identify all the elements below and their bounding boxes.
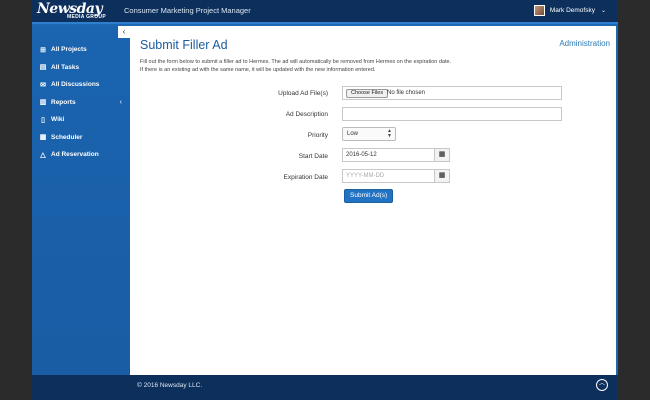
calendar-icon: ▦	[39, 134, 47, 142]
submit-ads-button[interactable]: Submit Ad(s)	[344, 189, 394, 203]
sidebar-item-all-projects[interactable]: ⊞ All Projects	[32, 41, 130, 59]
calendar-icon[interactable]: ▦	[434, 148, 450, 162]
sidebar-item-label: All Tasks	[51, 63, 80, 71]
upload-label: Upload Ad File(s)	[278, 90, 328, 97]
logo-subtitle: MEDIA GROUP	[67, 14, 106, 20]
sidebar-nav: ⊞ All Projects ▤ All Tasks ✉ All Discuss…	[32, 41, 130, 164]
comments-icon: ✉	[40, 81, 46, 89]
intro-line-2: If there is an existing ad with the same…	[140, 66, 376, 73]
start-date-label: Start Date	[298, 153, 328, 160]
chevron-down-icon: ⌄	[600, 8, 606, 14]
ad-description-input[interactable]	[342, 107, 562, 121]
tasks-icon: ▤	[39, 64, 47, 72]
calendar-icon[interactable]: ▦	[434, 169, 450, 183]
scroll-to-top-icon[interactable]: ︿	[596, 379, 608, 391]
expiration-date-input[interactable]: YYYY-MM-DD ▦	[342, 169, 450, 183]
footer: © 2016 Newsday LLC. ︿	[32, 375, 618, 400]
sidebar-item-label: All Discussions	[51, 81, 100, 89]
description-label: Ad Description	[285, 111, 328, 118]
sidebar-item-label: Wiki	[51, 116, 65, 124]
start-date-input[interactable]: 2016-05-12 ▦	[342, 148, 450, 162]
sidebar-item-scheduler[interactable]: ▦ Scheduler	[32, 129, 130, 147]
sidebar-collapse-button[interactable]: ‹	[118, 26, 130, 38]
administration-link[interactable]: Administration	[559, 39, 610, 48]
sidebar-item-reports[interactable]: ▥ Reports ‹	[32, 94, 130, 112]
sidebar-item-all-discussions[interactable]: ✉ All Discussions	[32, 76, 130, 94]
intro-line-1: Fill out the form below to submit a fill…	[140, 59, 452, 65]
priority-label: Priority	[307, 132, 328, 139]
start-date-value: 2016-05-12	[346, 152, 377, 158]
sidebar-item-ad-reservation[interactable]: △ Ad Reservation	[32, 146, 130, 164]
choose-files-button[interactable]: Choose Files	[346, 89, 389, 98]
sidebar-item-label: Ad Reservation	[51, 151, 99, 159]
main-content: Submit Filler Ad Administration Fill out…	[130, 26, 616, 375]
copyright-text: © 2016 Newsday LLC.	[137, 382, 203, 389]
newsday-logo[interactable]: Newsday MEDIA GROUP	[37, 1, 119, 21]
top-navbar: Newsday MEDIA GROUP Consumer Marketing P…	[32, 0, 618, 24]
file-upload-field: Choose Files No file chosen	[342, 86, 562, 100]
avatar	[533, 5, 545, 16]
expiration-date-placeholder: YYYY-MM-DD	[346, 173, 385, 179]
app-window: Newsday MEDIA GROUP Consumer Marketing P…	[32, 0, 618, 400]
sitemap-icon: ⊞	[40, 46, 46, 54]
sidebar-item-label: All Projects	[51, 46, 87, 54]
sidebar-item-all-tasks[interactable]: ▤ All Tasks	[32, 59, 130, 77]
file-status-text: No file chosen	[387, 90, 426, 96]
chevron-left-icon: ‹	[119, 98, 122, 106]
sidebar: ‹ ⊞ All Projects ▤ All Tasks ✉ All Discu…	[32, 26, 130, 375]
user-menu[interactable]: Mark Demofsky ⌄	[533, 5, 606, 16]
bell-icon: △	[40, 151, 46, 159]
sidebar-item-label: Scheduler	[51, 133, 83, 141]
page-title: Submit Filler Ad	[140, 38, 228, 52]
sidebar-item-wiki[interactable]: ▯ Wiki	[32, 111, 130, 129]
expiration-date-label: Expiration Date	[283, 174, 328, 181]
bar-chart-icon: ▥	[39, 99, 47, 107]
sidebar-item-label: Reports	[51, 98, 76, 106]
app-title: Consumer Marketing Project Manager	[124, 6, 251, 15]
file-icon: ▯	[41, 116, 45, 124]
priority-select[interactable]: Low ▲ ▼	[342, 127, 396, 141]
select-arrows-icon: ▲ ▼	[387, 128, 392, 139]
priority-value: Low	[347, 131, 359, 137]
intro-text: Fill out the form below to submit a fill…	[140, 59, 540, 74]
user-name: Mark Demofsky	[549, 7, 595, 14]
